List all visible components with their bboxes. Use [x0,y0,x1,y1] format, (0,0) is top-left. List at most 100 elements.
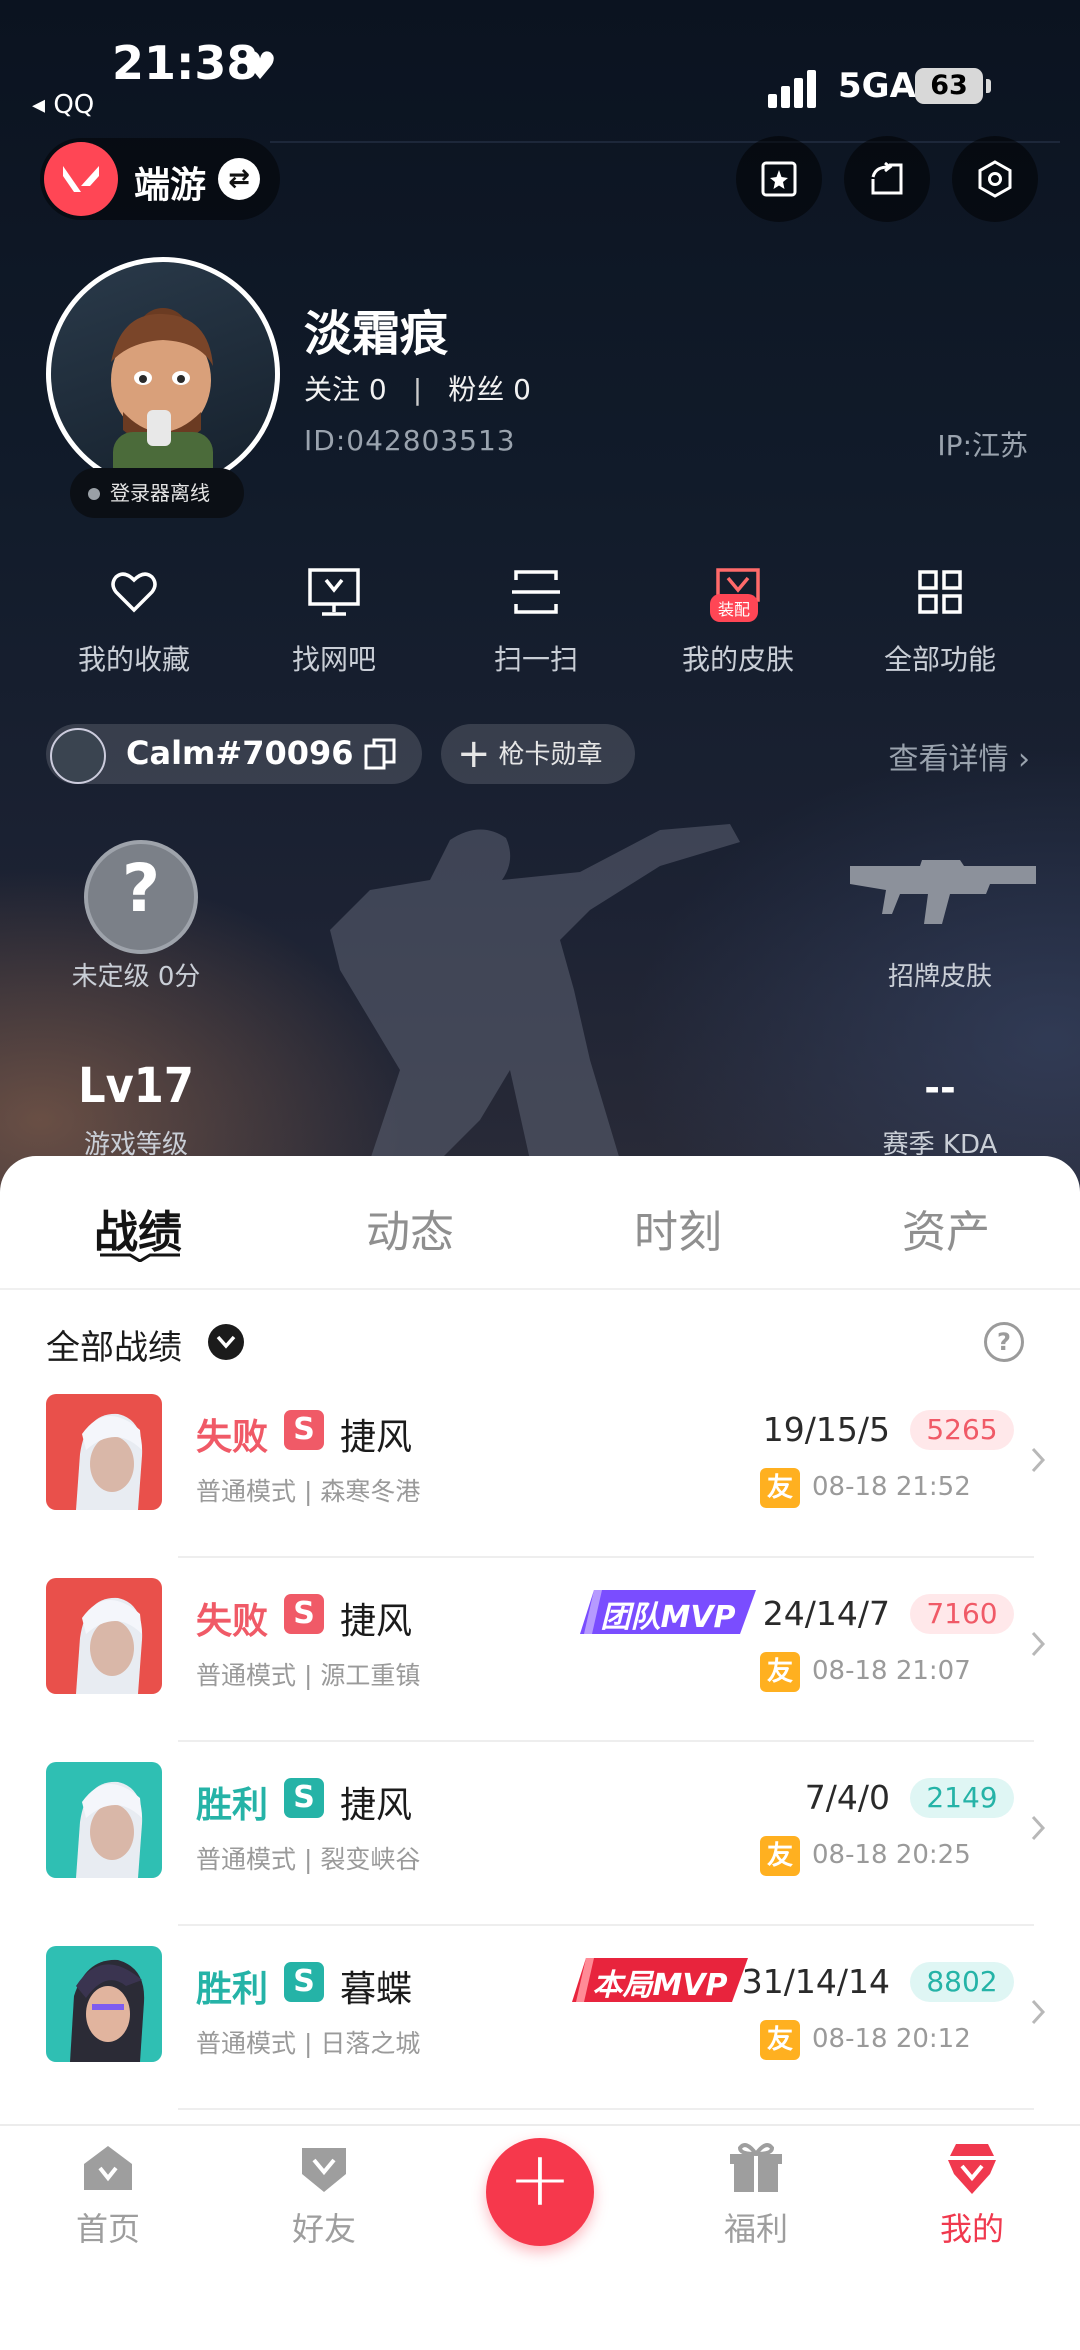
rank-label: 未定级 0分 [71,962,201,992]
agent-name: 暮蝶 [340,1969,413,2010]
nav-profile[interactable]: 我的 [902,2138,1042,2250]
chevron-right-icon [1031,1999,1046,2025]
mode-map: 普通模式 | 裂变峡谷 [196,1845,421,1874]
nav-welfare[interactable]: 福利 [686,2138,826,2250]
badge-button-label: 枪卡勋章 [498,740,603,770]
mvp-label: 团队MVP [600,1600,736,1635]
shortcut-my-skins[interactable]: 装配 我的皮肤 [668,564,808,678]
signal-icon [768,64,828,108]
shortcut-scan[interactable]: 扫一扫 [466,564,606,678]
match-kda: 7/4/0 [804,1778,890,1817]
mode-label: 端游 [134,165,207,206]
grid-icon [918,570,962,614]
match-row[interactable]: 胜利 S 捷风 普通模式 | 裂变峡谷 7/4/0 2149 友 08-18 2… [0,1742,1080,1926]
records-filter[interactable]: 全部战绩 [46,1320,182,1369]
match-result: 失败 [196,1601,269,1642]
match-score: 8802 [910,1962,1014,2002]
agent-jett-thumbnail [46,1762,162,1878]
tab-assets[interactable]: 资产 [846,1196,1046,1260]
login-status-text: 登录器离线 [110,481,210,505]
avatar[interactable] [46,257,280,491]
star-card-button[interactable] [736,136,822,222]
offline-dot [88,487,100,500]
friend-badge: 友 [760,1652,800,1692]
rank-letter-badge: S [284,1778,324,1818]
view-details-link[interactable]: 查看详情 › [888,734,1030,778]
user-id: ID:042803513 [304,424,516,457]
fans-link[interactable]: 粉丝 0 [448,373,531,406]
match-score: 2149 [910,1778,1014,1818]
valorant-logo-icon [44,142,118,216]
signature-skin-gun-icon[interactable] [840,854,1040,954]
agent-jett-thumbnail [46,1394,162,1510]
mode-map: 普通模式 | 日落之城 [196,2029,421,2058]
tab-feed[interactable]: 动态 [310,1196,510,1260]
chevron-right-icon: › [1018,742,1030,777]
nav-friends[interactable]: 好友 [254,2138,394,2250]
shortcut-label: 扫一扫 [493,643,578,676]
match-time: 08-18 21:07 [812,1656,971,1686]
match-kda: 31/14/14 [741,1962,890,2001]
heart-status-icon: ♥ [243,44,278,88]
equip-badge: 装配 [710,594,759,622]
rank-icon[interactable]: ? [84,840,198,954]
row-divider [178,2108,1034,2110]
ip-location: IP:江苏 [937,429,1028,462]
chevron-down-icon[interactable] [208,1324,244,1360]
shortcut-all-functions[interactable]: 全部功能 [870,564,1010,678]
nav-label: 首页 [75,2210,140,2248]
settings-icon [978,160,1012,198]
star-card-icon [761,161,797,197]
share-button[interactable] [844,136,930,222]
chevron-right-icon [1031,1631,1046,1657]
match-result: 胜利 [196,1785,269,1826]
fans-count: 0 [513,373,531,406]
agent-name: 捷风 [340,1417,413,1458]
agent-clove-thumbnail [46,1946,162,2062]
match-time: 08-18 21:52 [812,1472,971,1502]
agent-name: 捷风 [340,1601,413,1642]
match-row[interactable]: 胜利 S 暮蝶 普通模式 | 日落之城 本局MVP 31/14/14 8802 … [0,1926,1080,2110]
following-count: 0 [368,373,387,406]
bottom-nav: 首页 好友 + 福利 我的 [0,2124,1080,2350]
settings-button[interactable] [952,136,1038,222]
share-icon [871,161,903,195]
avatar-image [111,308,213,486]
tab-records[interactable]: 战绩 [38,1196,238,1260]
match-time: 08-18 20:25 [812,1840,971,1870]
tab-divider [0,1288,1080,1290]
riot-id-pill[interactable]: Calm#70096 [46,724,422,784]
shortcut-internet-cafe[interactable]: 找网吧 [264,564,404,678]
agent-silhouette-image [330,824,740,1160]
match-result: 胜利 [196,1969,269,2010]
match-mvp-badge: 本局MVP [572,1954,748,2006]
nav-home[interactable]: 首页 [38,2138,178,2250]
following-link[interactable]: 关注 0 [304,373,387,406]
create-post-button[interactable]: + [486,2134,594,2246]
rank-letter-badge: S [284,1410,324,1450]
view-details-label: 查看详情 [888,742,1009,777]
match-result: 失败 [196,1417,269,1458]
friend-badge: 友 [760,1468,800,1508]
shortcut-favorites[interactable]: 我的收藏 [64,564,204,678]
help-icon[interactable]: ? [984,1322,1024,1362]
profile-icon [948,2144,996,2194]
mvp-label: 本局MVP [592,1968,728,2003]
riot-id: Calm#70096 [126,734,354,772]
copy-icon[interactable] [362,736,398,772]
fans-label: 粉丝 [448,373,505,406]
tab-moments[interactable]: 时刻 [578,1196,778,1260]
rank-symbol: ? [121,850,161,927]
agent-jett-thumbnail [46,1578,162,1694]
nav-label: 好友 [291,2210,356,2248]
game-mode-switch[interactable]: 端游 ⇄ [40,138,280,220]
heart-icon [111,572,157,613]
match-row[interactable]: 失败 S 捷风 普通模式 | 源工重镇 团队MVP 24/14/7 7160 友… [0,1558,1080,1742]
match-row[interactable]: 失败 S 捷风 普通模式 | 森寒冬港 19/15/5 5265 友 08-18… [0,1374,1080,1558]
gift-icon [730,2143,782,2192]
login-status-badge: 登录器离线 [70,468,244,518]
plus-icon: + [508,2134,572,2223]
match-score: 5265 [910,1410,1014,1450]
back-to-app-link[interactable]: ◂ QQ [32,90,94,120]
gun-card-badge-button[interactable]: + 枪卡勋章 [441,724,635,784]
